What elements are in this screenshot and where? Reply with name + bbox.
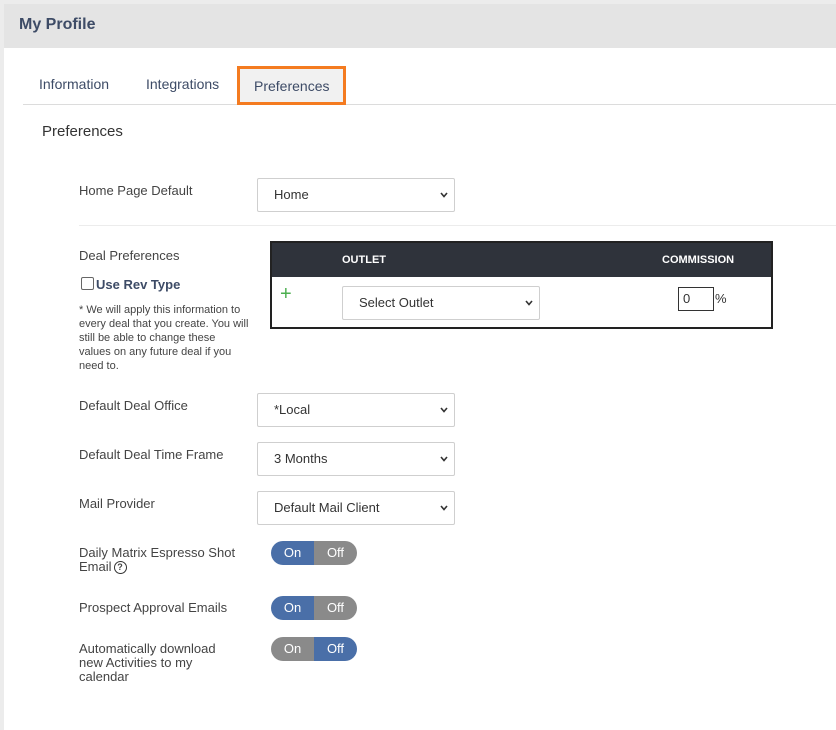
outlet-table: OUTLET COMMISSION + Select Outlet 0 % [270,241,773,329]
prospect-label: Prospect Approval Emails [79,600,228,615]
tab-integrations[interactable]: Integrations [146,64,219,104]
toggle-off[interactable]: Off [314,596,357,620]
help-circle-icon[interactable]: ? [113,561,127,575]
chevron-down-icon [440,407,448,413]
deal-office-select[interactable]: *Local [257,393,455,427]
outlet-table-header: OUTLET COMMISSION [272,243,771,277]
auto-download-label: Automatically download new Activities to… [79,642,216,684]
commission-input[interactable]: 0 [678,287,714,311]
tab-information[interactable]: Information [39,64,109,104]
home-page-value: Home [274,187,309,202]
espresso-label: Daily Matrix Espresso Shot Email? [79,545,236,575]
deal-timeframe-value: 3 Months [274,451,328,466]
commission-unit: % [715,291,727,306]
section-title: Preferences [42,123,123,140]
toggle-on[interactable]: On [271,541,314,565]
auto-download-line2: new Activities to my [79,655,193,670]
deal-office-value: *Local [274,402,311,417]
espresso-label-line1: Daily Matrix Espresso Shot [79,545,236,560]
chevron-down-icon [440,192,448,198]
auto-download-line3: calendar [79,669,129,684]
panel-header: My Profile [4,4,836,48]
chevron-down-icon [440,505,448,511]
espresso-toggle[interactable]: On Off [271,541,357,565]
profile-panel: My Profile Information Integrations Pref… [4,4,836,730]
tab-bar: Information Integrations Preferences [23,64,836,105]
auto-download-line1: Automatically download [79,641,216,656]
outlet-value: Select Outlet [359,295,434,310]
mail-provider-select[interactable]: Default Mail Client [257,491,455,525]
home-page-label: Home Page Default [79,183,193,198]
chevron-down-icon [525,300,533,306]
espresso-label-line2: Email? [79,559,235,575]
use-rev-type-checkbox[interactable] [81,277,94,290]
espresso-label-email: Email [79,559,112,574]
prospect-toggle[interactable]: On Off [271,596,357,620]
outlet-select[interactable]: Select Outlet [342,286,540,320]
plus-icon[interactable]: + [280,283,292,306]
use-rev-type-label[interactable]: Use Rev Type [96,277,180,292]
toggle-on[interactable]: On [271,596,314,620]
deal-timeframe-label: Default Deal Time Frame [79,447,224,462]
outlet-column-header: OUTLET [342,254,386,266]
deal-preferences-label: Deal Preferences [79,248,180,263]
home-page-select[interactable]: Home [257,178,455,212]
toggle-off[interactable]: Off [314,541,357,565]
mail-provider-label: Mail Provider [79,496,155,511]
tab-preferences[interactable]: Preferences [237,66,347,105]
commission-column-header: COMMISSION [662,254,735,266]
auto-download-toggle[interactable]: On Off [271,637,357,661]
mail-provider-value: Default Mail Client [274,500,380,515]
toggle-off[interactable]: Off [314,637,357,661]
divider [79,225,836,226]
deal-preferences-note: * We will apply this information to ever… [79,304,249,372]
toggle-on[interactable]: On [271,637,314,661]
deal-office-label: Default Deal Office [79,398,188,413]
page-title: My Profile [19,16,96,33]
deal-timeframe-select[interactable]: 3 Months [257,442,455,476]
chevron-down-icon [440,456,448,462]
